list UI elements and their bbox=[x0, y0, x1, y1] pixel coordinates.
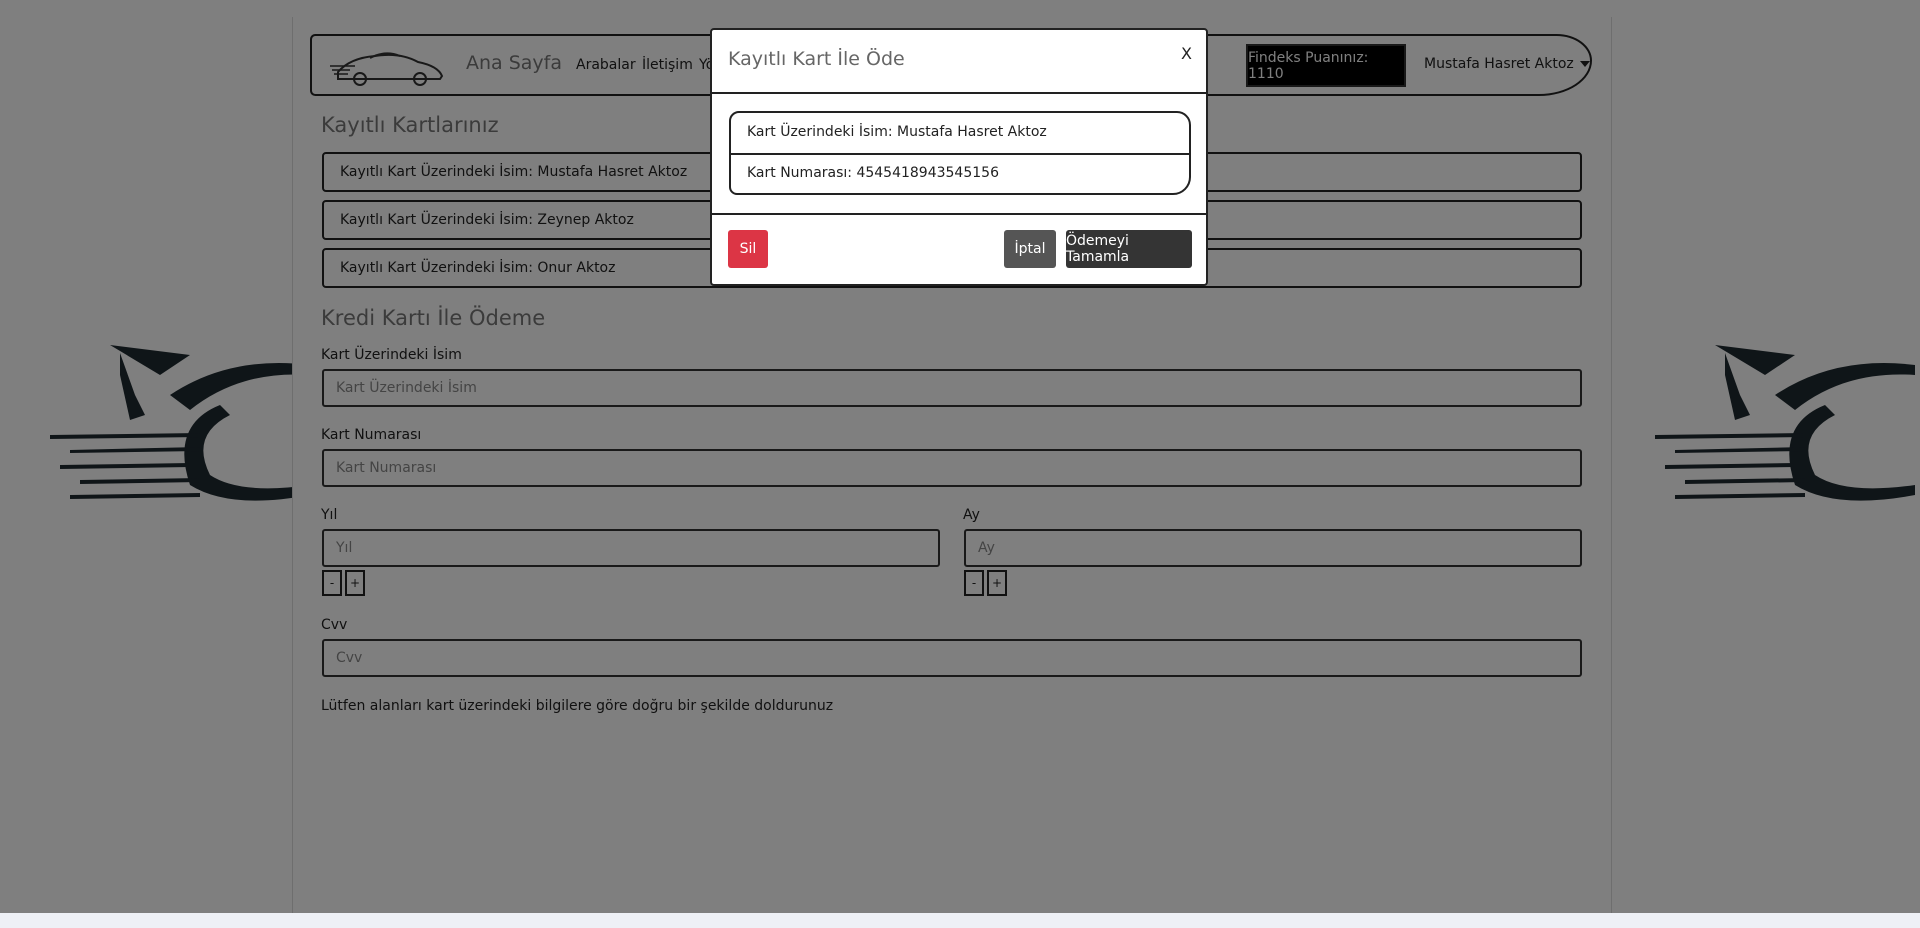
modal-card-name: Kart Üzerindeki İsim: Mustafa Hasret Akt… bbox=[747, 124, 1047, 140]
list-divider bbox=[731, 153, 1189, 155]
modal-title: Kayıtlı Kart İle Öde bbox=[728, 48, 905, 70]
cancel-button[interactable]: İptal bbox=[1004, 230, 1056, 268]
modal-header-divider bbox=[712, 92, 1206, 94]
modal-card-number: Kart Numarası: 4545418943545156 bbox=[747, 165, 999, 181]
card-details-list: Kart Üzerindeki İsim: Mustafa Hasret Akt… bbox=[729, 111, 1191, 195]
delete-button[interactable]: Sil bbox=[728, 230, 768, 268]
close-icon[interactable]: X bbox=[1181, 44, 1192, 63]
saved-card-payment-modal: Kayıtlı Kart İle Öde X Kart Üzerindeki İ… bbox=[710, 28, 1208, 286]
page-bottom-strip bbox=[0, 913, 1920, 928]
complete-payment-button[interactable]: Ödemeyi Tamamla bbox=[1066, 230, 1192, 268]
modal-footer-divider bbox=[712, 213, 1206, 215]
